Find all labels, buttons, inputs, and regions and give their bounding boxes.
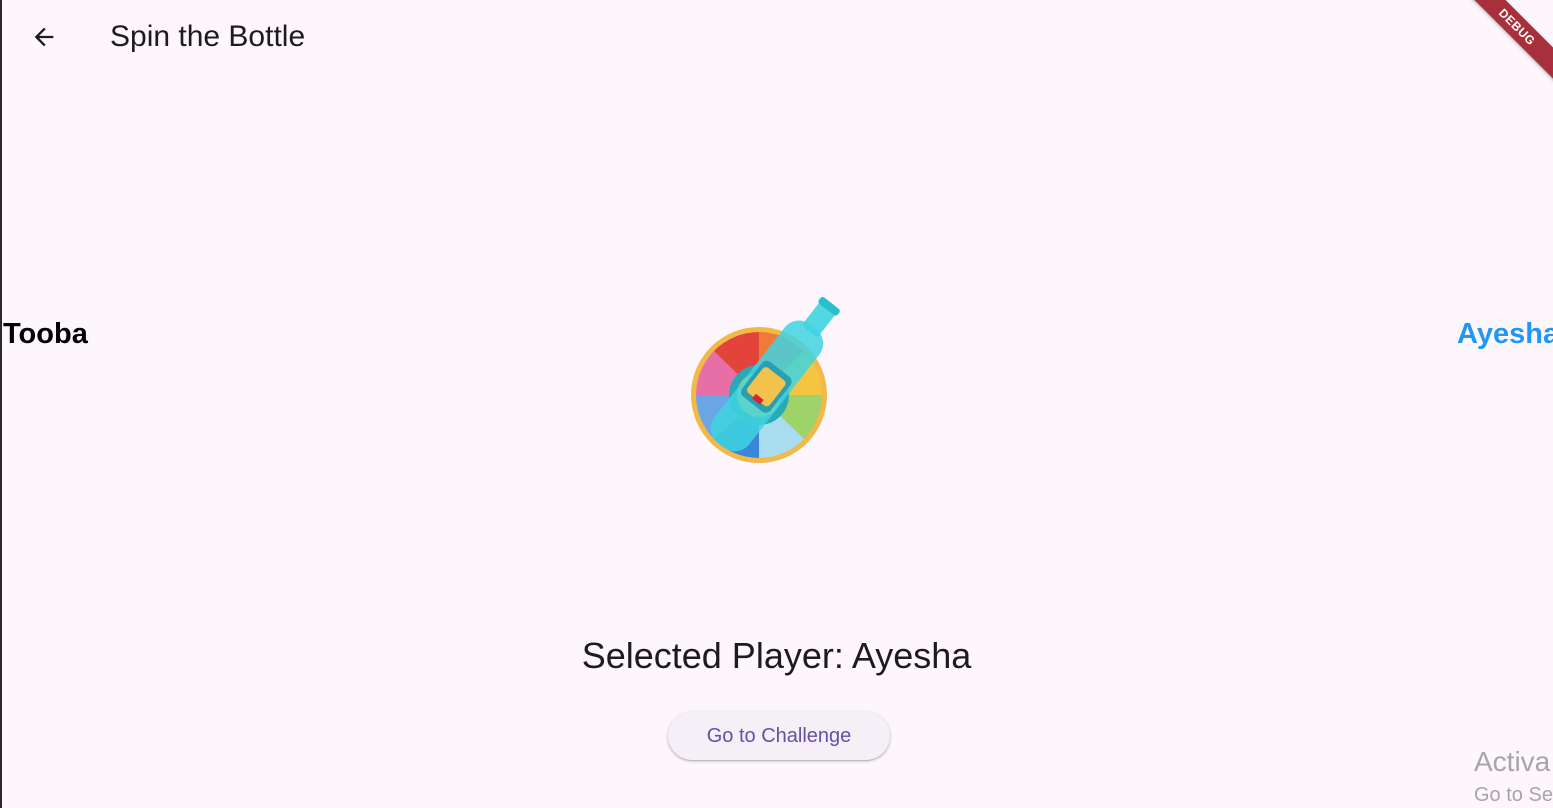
window-edge [0,0,2,808]
back-button[interactable] [20,13,68,61]
selected-player-label: Selected Player: Ayesha [581,635,972,676]
arrow-left-icon [34,27,54,47]
spin-bottle-wheel-icon [691,297,840,463]
page-title: Spin the Bottle [110,20,306,53]
go-to-challenge-button[interactable]: Go to Challenge [668,712,890,760]
player-name-right: Ayesha [1457,318,1553,350]
watermark-line-1: Activa [1474,746,1551,777]
app-window: Spin the Bottle DEBUG Tooba Ayesha Selec… [0,0,1553,808]
app-bar: Spin the Bottle [0,0,1553,76]
activation-watermark: Activa Go to Se [1474,744,1553,808]
watermark-line-2: Go to Se [1474,784,1553,806]
player-name-left: Tooba [3,318,88,350]
spin-wheel-bottle-image[interactable] [680,282,860,482]
